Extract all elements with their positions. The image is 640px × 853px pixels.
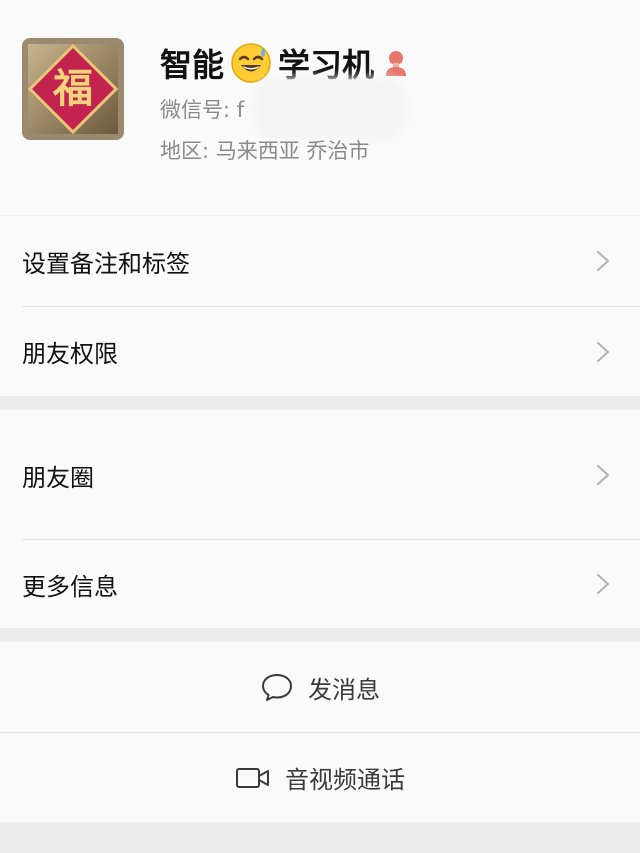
video-camera-icon bbox=[236, 767, 269, 788]
row-label: 朋友圈 bbox=[22, 463, 94, 492]
video-call-label: 音视频通话 bbox=[285, 766, 405, 794]
sweat-smile-emoji-icon bbox=[231, 43, 271, 83]
contact-profile-page: 福 智能 学习机 微信号: f 地区: 马来西亚 乔治市 设置备注和标签 朋友权… bbox=[0, 0, 640, 853]
region-text: 地区: 马来西亚 乔治市 bbox=[160, 139, 370, 163]
send-message-label: 发消息 bbox=[308, 675, 380, 704]
profile-name: 智能 学习机 bbox=[160, 38, 408, 88]
avatar[interactable]: 福 bbox=[22, 38, 124, 140]
chevron-right-icon bbox=[597, 465, 609, 485]
profile-name-part2: 学习机 bbox=[278, 46, 375, 84]
profile-name-part1: 智能 bbox=[160, 46, 225, 84]
row-label: 更多信息 bbox=[22, 572, 118, 601]
video-call-button[interactable]: 音视频通话 bbox=[0, 733, 640, 822]
wechat-id: 微信号: f bbox=[160, 98, 245, 122]
chevron-right-icon bbox=[597, 574, 609, 594]
chevron-right-icon bbox=[597, 251, 609, 271]
row-friend-permissions[interactable]: 朋友权限 bbox=[0, 307, 640, 396]
row-label: 朋友权限 bbox=[22, 340, 118, 368]
chat-bubble-icon bbox=[262, 674, 292, 701]
settings-section: 设置备注和标签 朋友权限 bbox=[0, 216, 640, 396]
wechat-id-redaction bbox=[262, 86, 398, 132]
female-person-icon bbox=[386, 51, 407, 76]
avatar-glyph: 福 bbox=[53, 65, 93, 112]
profile-header: 福 智能 学习机 微信号: f 地区: 马来西亚 乔治市 bbox=[0, 0, 640, 215]
row-moments[interactable]: 朋友圈 bbox=[0, 410, 640, 540]
chevron-right-icon bbox=[597, 341, 609, 362]
moments-section: 朋友圈 更多信息 bbox=[0, 410, 640, 628]
send-message-button[interactable]: 发消息 bbox=[0, 642, 640, 732]
actions-section: 发消息 音视频通话 bbox=[0, 642, 640, 822]
row-remark-tags[interactable]: 设置备注和标签 bbox=[0, 216, 640, 306]
row-more-info[interactable]: 更多信息 bbox=[0, 540, 640, 628]
row-label: 设置备注和标签 bbox=[22, 249, 190, 278]
